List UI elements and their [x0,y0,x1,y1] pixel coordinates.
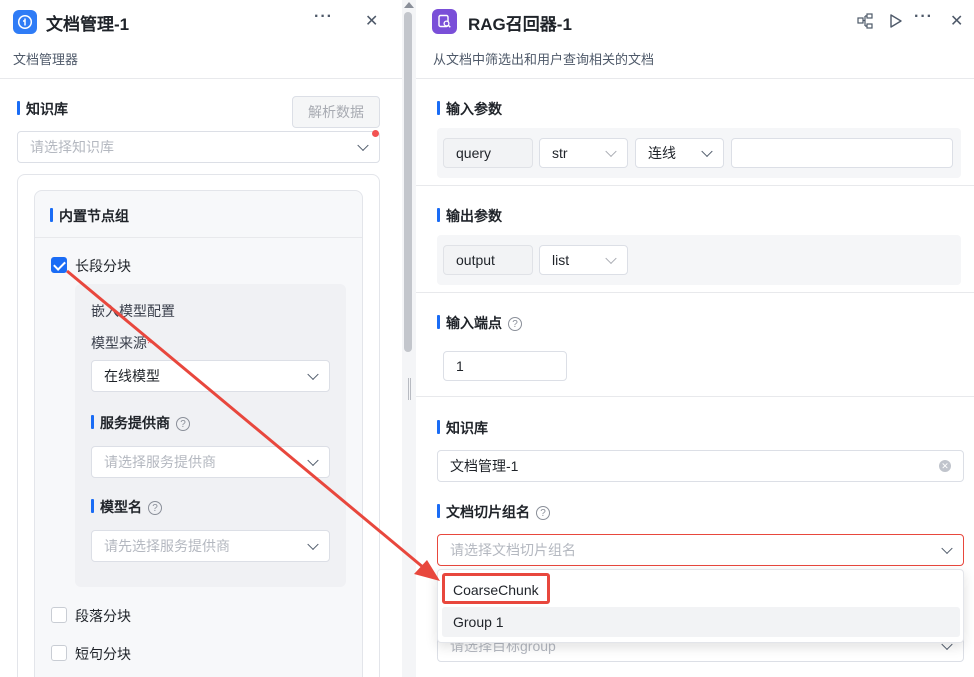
input-param-type: str [552,145,568,161]
paragraph-chunk-label: 段落分块 [75,608,131,624]
sentence-chunk-checkbox[interactable] [51,645,67,661]
parse-data-button[interactable]: 解析数据 [292,96,380,128]
node-group-title: 内置节点组 [50,206,129,226]
required-mark: * [147,335,153,351]
input-port-value: 1 [456,358,464,374]
input-param-value-input[interactable] [731,138,953,168]
chevron-down-icon [307,538,319,551]
model-name-select[interactable]: 请先选择服务提供商 [91,530,330,562]
chunk-group-select[interactable]: 请选择文档切片组名 [437,534,964,566]
document-manager-icon [13,10,37,34]
input-params-title: 输入参数 [437,99,502,119]
panel-subtitle: 从文档中筛选出和用户查询相关的文档 [433,52,655,67]
rag-retriever-panel: RAG召回器-1 ··· ✕ 从文档中筛选出和用户查询相关的文档 输入参数 qu… [416,0,974,677]
output-param-name: output [443,245,533,275]
scroll-up-arrow[interactable] [404,2,414,8]
kb-section-title: 知识库 [437,418,488,438]
sentence-chunk-label: 短句分块 [75,646,131,662]
input-param-type-select[interactable]: str [539,138,628,168]
help-icon[interactable]: ? [148,501,162,516]
embed-config-label: 嵌入模型配置 [91,303,175,319]
model-source-value: 在线模型 [104,368,160,384]
provider-select[interactable]: 请选择服务提供商 [91,446,330,478]
panel-title: 文档管理-1 [46,15,130,34]
play-icon[interactable] [889,13,903,34]
model-source-label: 模型来源* [91,333,152,353]
chevron-down-icon [307,454,319,467]
close-icon[interactable]: ✕ [365,11,378,31]
chunk-group-placeholder: 请选择文档切片组名 [450,542,576,558]
provider-label: 服务提供商? [91,413,190,433]
model-source-text: 模型来源 [91,335,147,351]
kb-select[interactable]: 文档管理-1 ✕ [437,450,964,482]
long-chunk-label: 长段分块 [75,258,131,274]
document-manager-panel: 文档管理-1 ··· ✕ 文档管理器 知识库 解析数据 请选择知识库 内置节点组… [0,0,402,677]
model-name-label-text: 模型名 [100,499,142,515]
output-params-title: 输出参数 [437,206,502,226]
help-icon[interactable]: ? [536,506,550,521]
output-param-type: list [552,252,570,268]
chevron-down-icon [605,145,617,158]
chevron-down-icon [357,139,369,152]
panel-subtitle: 文档管理器 [13,52,79,67]
help-icon[interactable]: ? [176,417,190,432]
resize-handle[interactable] [408,378,411,400]
clear-icon[interactable]: ✕ [939,460,951,472]
more-icon[interactable]: ··· [314,8,333,26]
input-port-input[interactable]: 1 [443,351,567,381]
input-port-title: 输入端点? [437,313,522,333]
dropdown-option-group-1[interactable]: Group 1 [442,607,960,637]
required-dot [372,130,379,137]
chevron-down-icon [701,145,713,158]
help-icon[interactable]: ? [508,317,522,332]
annotation-highlight-box [442,573,550,604]
kb-select-placeholder: 请选择知识库 [30,139,114,155]
input-param-source-select[interactable]: 连线 [635,138,724,168]
provider-placeholder: 请选择服务提供商 [104,454,216,470]
input-param-source: 连线 [648,145,676,161]
scrollbar-thumb[interactable] [404,12,412,352]
chunk-group-title: 文档切片组名? [437,502,550,522]
tree-structure-icon[interactable] [857,13,873,34]
paragraph-chunk-checkbox[interactable] [51,607,67,623]
chevron-down-icon [941,542,953,555]
more-icon[interactable]: ··· [914,8,933,26]
input-param-name: query [443,138,533,168]
output-param-type-select[interactable]: list [539,245,628,275]
model-name-label: 模型名? [91,497,162,517]
rag-retriever-icon [432,9,457,34]
model-name-placeholder: 请先选择服务提供商 [104,538,230,554]
long-chunk-checkbox[interactable] [51,257,67,273]
close-icon[interactable]: ✕ [950,11,963,31]
provider-label-text: 服务提供商 [100,415,170,431]
input-port-label: 输入端点 [446,315,502,331]
kb-section-title: 知识库 [17,99,68,119]
kb-select[interactable]: 请选择知识库 [17,131,380,163]
kb-value: 文档管理-1 [450,458,519,474]
chevron-down-icon [307,368,319,381]
panel-title: RAG召回器-1 [468,15,572,34]
chevron-down-icon [605,252,617,265]
model-source-select[interactable]: 在线模型 [91,360,330,392]
chunk-group-label: 文档切片组名 [446,504,530,520]
